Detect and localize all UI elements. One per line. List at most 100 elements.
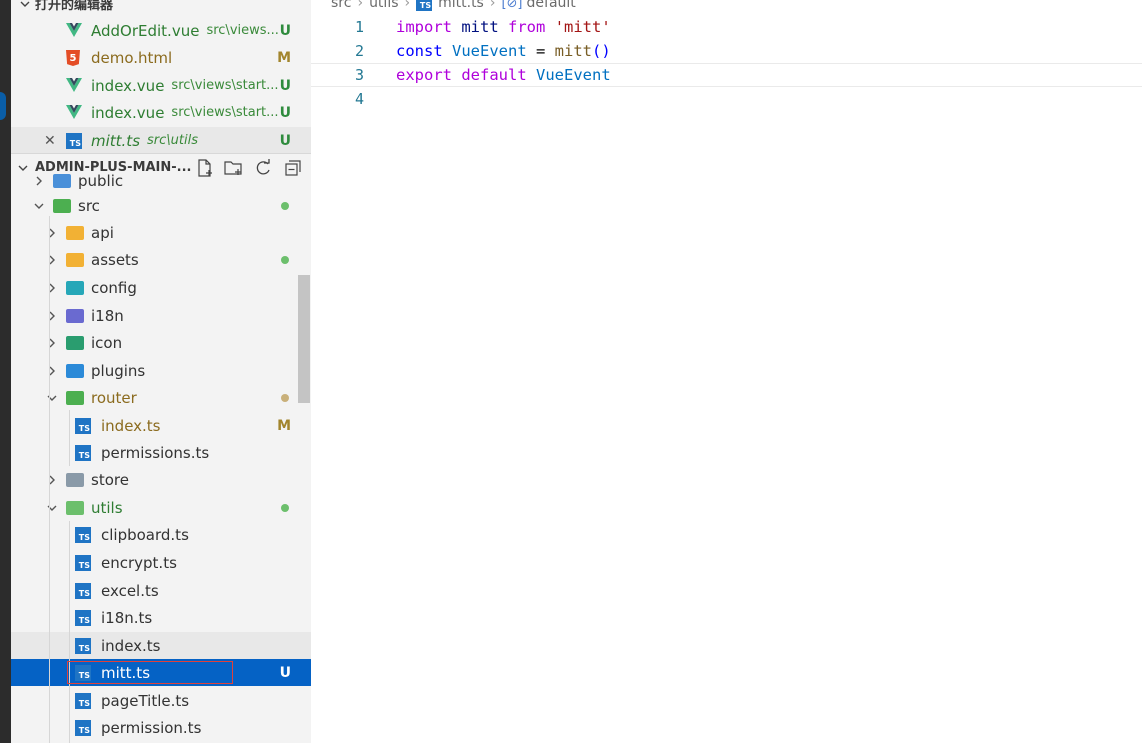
code-line[interactable]: 4 [311, 87, 1142, 111]
folder-icon [66, 226, 84, 242]
tree-file[interactable]: TS encrypt.ts [11, 549, 311, 576]
line-number: 4 [354, 90, 364, 108]
chevron-right-icon [49, 255, 55, 265]
tree-folder[interactable]: api [11, 219, 311, 246]
tree-file[interactable]: TS index.ts M [11, 412, 311, 439]
tree-folder[interactable]: i18n [11, 302, 311, 329]
open-editor-path: src\utils [147, 133, 198, 148]
chevron-right-icon [49, 366, 55, 376]
folder-icon [53, 199, 71, 215]
open-editor-name: AddOrEdit.vue [91, 21, 200, 40]
tree-item-label: i18n.ts [101, 608, 153, 627]
ts-icon: TS [75, 418, 91, 434]
breadcrumb-item[interactable]: default [527, 0, 576, 11]
open-editor-path: src\views\start... [171, 78, 279, 93]
git-status-badge: U [279, 77, 291, 94]
tree-folder[interactable]: plugins [11, 357, 311, 384]
explorer-sidebar: 打开的编辑器 AddOrEdit.vue src\views... U 5 demo.h… [11, 0, 311, 743]
activity-bar [0, 0, 11, 743]
folder-icon [53, 174, 71, 190]
ts-icon: TS [416, 0, 433, 11]
tree-item-label: index.ts [101, 636, 161, 655]
tree-file[interactable]: TS i18n.ts [11, 604, 311, 631]
folder-icon [66, 364, 84, 380]
breadcrumb-item[interactable]: mitt.ts [438, 0, 484, 11]
git-status-badge: M [277, 49, 291, 66]
tree-item-label: plugins [91, 361, 146, 380]
tree-folder[interactable]: assets [11, 246, 311, 273]
open-editor-item[interactable]: AddOrEdit.vue src\views... U [11, 17, 311, 44]
tree-file[interactable]: TS excel.ts [11, 577, 311, 604]
code-text[interactable]: export default VueEvent [396, 66, 611, 84]
ts-icon: TS [75, 445, 91, 461]
tree-folder[interactable]: src [11, 192, 311, 219]
git-status-badge: M [277, 417, 291, 434]
tree-folder[interactable]: icon [11, 329, 311, 356]
tree-folder[interactable]: public [11, 167, 311, 194]
tree-item-label: pageTitle.ts [101, 691, 190, 710]
open-editors-header[interactable]: 打开的编辑器 [11, 0, 311, 17]
open-editor-item[interactable]: 5 demo.html M [11, 44, 311, 71]
tree-folder[interactable]: config [11, 274, 311, 301]
activity-indicator [0, 92, 6, 120]
folder-icon [66, 253, 84, 269]
folder-icon [66, 473, 84, 489]
code-line[interactable]: 1 import mitt from 'mitt' [311, 15, 1142, 39]
ts-icon: TS [75, 693, 91, 709]
ts-icon: TS [66, 133, 82, 149]
tree-item-label: excel.ts [101, 581, 159, 600]
tree-folder[interactable]: store [11, 466, 311, 493]
tree-folder[interactable]: utils [11, 494, 311, 521]
tree-item-label: api [91, 223, 114, 242]
tree-item-label: permission.ts [101, 718, 202, 737]
chevron-right-icon [49, 228, 55, 238]
ts-icon: TS [75, 610, 91, 626]
code-line[interactable]: 2 const VueEvent = mitt() [311, 39, 1142, 63]
open-editor-item[interactable]: index.vue src\views\start... U [11, 72, 311, 99]
ts-icon: TS [75, 665, 91, 681]
tree-item-label: router [91, 388, 137, 407]
ts-icon: TS [75, 638, 91, 654]
tree-item-label: config [91, 278, 137, 297]
ts-icon: TS [75, 583, 91, 599]
chevron-down-icon [20, 1, 30, 7]
html5-icon: 5 [66, 50, 82, 66]
chevron-right-icon [49, 311, 55, 321]
code-editor[interactable]: src › utils › TS mitt.ts › [⊘] default 1… [311, 0, 1142, 743]
folder-icon [66, 336, 84, 352]
git-change-dot [281, 255, 289, 264]
close-icon[interactable]: ✕ [44, 133, 56, 149]
code-text[interactable]: const VueEvent = mitt() [396, 42, 611, 60]
ts-icon: TS [75, 720, 91, 736]
breadcrumb-item[interactable]: src [331, 0, 351, 11]
tree-item-label: i18n [91, 306, 124, 325]
tree-file[interactable]: TS permissions.ts [11, 439, 311, 466]
open-editor-name: mitt.ts [91, 131, 141, 150]
open-editor-name: index.vue [91, 103, 165, 122]
tree-item-label: permissions.ts [101, 443, 210, 462]
git-status-badge: U [279, 664, 291, 681]
tree-item-label: icon [91, 333, 123, 352]
open-editors-title: 打开的编辑器 [35, 0, 114, 13]
vue-icon [66, 78, 82, 94]
breadcrumb-item[interactable]: utils [369, 0, 398, 11]
indent-guide [69, 521, 70, 743]
tree-folder[interactable]: router [11, 384, 311, 411]
line-number: 3 [354, 66, 364, 84]
tree-item-label: assets [91, 250, 139, 269]
breadcrumb-separator: › [489, 0, 496, 11]
tree-file[interactable]: TS mitt.ts U [11, 659, 311, 686]
code-text[interactable]: import mitt from 'mitt' [396, 18, 611, 36]
git-change-dot [281, 503, 289, 512]
tree-item-label: src [78, 196, 100, 215]
open-editor-item[interactable]: ✕ TS mitt.ts src\utils U [11, 127, 311, 154]
tree-file[interactable]: TS permission.ts [11, 714, 311, 741]
tree-file[interactable]: TS pageTitle.ts [11, 687, 311, 714]
tree-file[interactable]: TS clipboard.ts [11, 521, 311, 548]
sidebar-scrollbar[interactable] [298, 275, 310, 403]
ts-icon: TS [75, 527, 91, 543]
open-editor-item[interactable]: index.vue src\views\start... U [11, 99, 311, 126]
code-line[interactable]: 3 export default VueEvent [311, 63, 1142, 87]
tree-file[interactable]: TS index.ts [11, 632, 311, 659]
git-change-dot [281, 201, 289, 210]
